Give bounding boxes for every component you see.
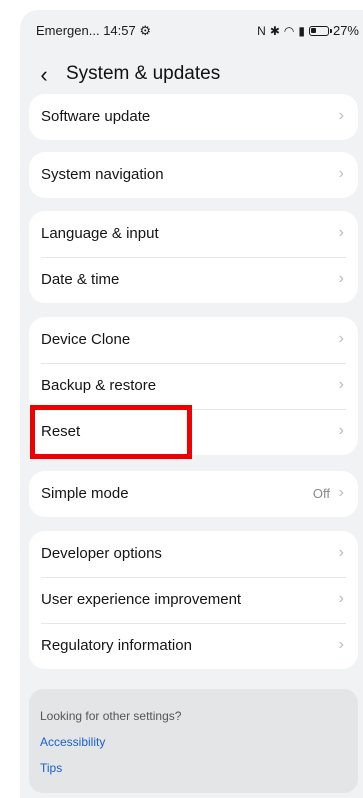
settings-item-language-input[interactable]: Language & input › bbox=[29, 211, 358, 257]
settings-item-system-navigation[interactable]: System navigation › bbox=[29, 152, 358, 198]
status-left-text: Emergen... 14:57 ⚙ bbox=[36, 23, 151, 38]
settings-item-device-clone[interactable]: Device Clone › bbox=[29, 317, 358, 363]
page-title: System & updates bbox=[66, 63, 221, 84]
settings-item-regulatory[interactable]: Regulatory information › bbox=[29, 623, 358, 669]
settings-item-label: System navigation bbox=[41, 166, 164, 183]
settings-item-label: Software update bbox=[41, 108, 151, 125]
chevron-right-icon: › bbox=[338, 484, 344, 501]
chevron-right-icon: › bbox=[338, 376, 344, 393]
chevron-right-icon: › bbox=[338, 590, 344, 607]
nfc-icon: N bbox=[257, 23, 266, 38]
sim-icon: ▮ bbox=[298, 23, 305, 38]
accessibility-link[interactable]: Accessibility bbox=[40, 735, 105, 749]
chevron-right-icon: › bbox=[338, 544, 344, 561]
settings-screen: Emergen... 14:57 ⚙ N ✱ ◠ ▮ 27% ‹ System … bbox=[20, 10, 363, 798]
chevron-right-icon: › bbox=[338, 330, 344, 347]
wifi-icon: ◠ bbox=[283, 23, 295, 38]
group-developer: Developer options › User experience impr… bbox=[29, 531, 358, 669]
status-icons: N ✱ ◠ ▮ 27% bbox=[257, 23, 359, 38]
settings-item-label: Regulatory information bbox=[41, 637, 192, 654]
group-simple-mode: Simple mode Off › bbox=[29, 471, 358, 517]
settings-item-label: Backup & restore bbox=[41, 377, 157, 394]
settings-item-label: Device Clone bbox=[41, 331, 131, 348]
chevron-right-icon: › bbox=[338, 107, 344, 124]
settings-item-label: Developer options bbox=[41, 545, 162, 562]
chevron-right-icon: › bbox=[338, 224, 344, 241]
status-bar: Emergen... 14:57 ⚙ N ✱ ◠ ▮ 27% bbox=[20, 10, 363, 50]
settings-item-label: User experience improvement bbox=[41, 591, 242, 608]
group-navigation: System navigation › bbox=[29, 152, 358, 198]
settings-item-label: Date & time bbox=[41, 271, 120, 288]
simple-mode-value: Off bbox=[312, 486, 330, 501]
chevron-right-icon: › bbox=[338, 165, 344, 182]
other-settings-question: Looking for other settings? bbox=[40, 709, 182, 723]
tips-link[interactable]: Tips bbox=[40, 761, 62, 775]
battery-percent: 27% bbox=[332, 23, 359, 38]
group-software: Software update › bbox=[29, 94, 358, 140]
settings-item-backup-restore[interactable]: Backup & restore › bbox=[29, 363, 358, 409]
bluetooth-icon: ✱ bbox=[269, 23, 280, 38]
chevron-right-icon: › bbox=[338, 270, 344, 287]
settings-item-date-time[interactable]: Date & time › bbox=[29, 257, 358, 303]
chevron-right-icon: › bbox=[338, 636, 344, 653]
settings-item-software-update[interactable]: Software update › bbox=[29, 94, 358, 140]
settings-item-label: Language & input bbox=[41, 225, 159, 242]
group-language-date: Language & input › Date & time › bbox=[29, 211, 358, 303]
back-arrow-icon[interactable]: ‹ bbox=[34, 61, 54, 89]
other-settings-card: Looking for other settings? Accessibilit… bbox=[29, 689, 358, 793]
settings-item-developer-options[interactable]: Developer options › bbox=[29, 531, 358, 577]
page-header: ‹ System & updates bbox=[20, 58, 363, 98]
chevron-right-icon: › bbox=[338, 422, 344, 439]
settings-item-user-experience[interactable]: User experience improvement › bbox=[29, 577, 358, 623]
battery-icon bbox=[308, 25, 332, 36]
settings-item-label: Simple mode bbox=[41, 485, 129, 502]
settings-item-simple-mode[interactable]: Simple mode Off › bbox=[29, 471, 358, 517]
reset-highlight-box bbox=[30, 405, 192, 459]
